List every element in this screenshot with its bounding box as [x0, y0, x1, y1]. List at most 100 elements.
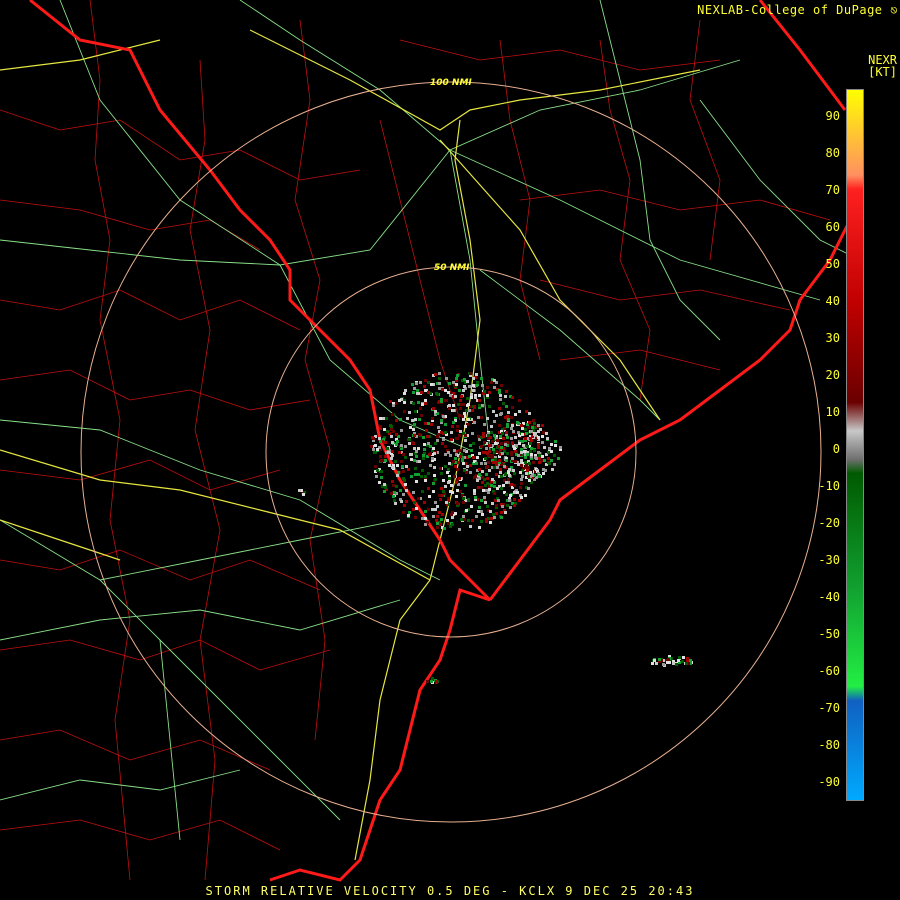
echo-pixel	[445, 501, 448, 504]
echo-pixel	[525, 464, 528, 467]
echo-pixel	[488, 488, 491, 491]
echo-pixel	[456, 374, 459, 377]
echo-pixel	[402, 511, 405, 514]
echo-pixel	[497, 499, 500, 502]
echo-pixel	[504, 416, 507, 419]
colorbar-tick: -70	[818, 701, 840, 715]
echo-pixel	[677, 659, 680, 662]
echo-pixel	[513, 498, 516, 501]
credit-label: NEXLAB-College of DuPage	[697, 3, 883, 17]
echo-pixel	[489, 444, 492, 447]
echo-pixel	[374, 465, 377, 468]
echo-pixel	[413, 434, 416, 437]
colorbar-tick: 60	[825, 220, 840, 234]
echo-pixel	[388, 464, 391, 467]
echo-pixel	[378, 481, 381, 484]
echo-pixel	[495, 512, 498, 515]
echo-pixel	[395, 485, 398, 488]
echo-pixel	[453, 449, 456, 452]
echo-pixel	[386, 430, 389, 433]
echo-pixel	[444, 453, 447, 456]
echo-pixel	[447, 522, 450, 525]
echo-pixel	[480, 499, 483, 502]
echo-pixel	[408, 438, 411, 441]
echo-pixel	[456, 437, 459, 440]
echo-pixel	[404, 445, 407, 448]
echo-pixel	[517, 431, 520, 434]
echo-pixel	[492, 448, 495, 451]
echo-pixel	[515, 444, 518, 447]
echo-pixel	[470, 393, 473, 396]
echo-pixel	[521, 433, 524, 436]
colorbar-tick: 20	[825, 368, 840, 382]
echo-pixel	[459, 407, 462, 410]
echo-pixel	[431, 677, 434, 680]
echo-pixel	[381, 459, 384, 462]
echo-pixel	[416, 389, 419, 392]
echo-pixel	[651, 662, 654, 665]
echo-pixel	[493, 386, 496, 389]
echo-pixel	[513, 472, 516, 475]
echo-pixel	[406, 417, 409, 420]
echo-pixel	[414, 467, 417, 470]
echo-pixel	[384, 459, 387, 462]
echo-pixel	[434, 501, 437, 504]
echo-pixel	[499, 435, 502, 438]
echo-pixel	[446, 519, 449, 522]
echo-pixel	[542, 472, 545, 475]
echo-pixel	[492, 513, 495, 516]
echo-pixel	[486, 465, 489, 468]
echo-pixel	[441, 513, 444, 516]
echo-pixel	[462, 497, 465, 500]
echo-pixel	[475, 373, 478, 376]
echo-pixel	[444, 423, 447, 426]
echo-pixel	[436, 439, 439, 442]
echo-pixel	[470, 505, 473, 508]
echo-pixel	[531, 474, 534, 477]
echo-pixel	[505, 481, 508, 484]
colorbar-tick: -90	[818, 775, 840, 789]
echo-pixel	[459, 399, 462, 402]
echo-pixel	[464, 484, 467, 487]
colorbar-tick: -80	[818, 738, 840, 752]
echo-pixel	[436, 505, 439, 508]
echo-pixel	[685, 662, 688, 665]
echo-pixel	[427, 381, 430, 384]
echo-pixel	[504, 395, 507, 398]
echo-pixel	[447, 468, 450, 471]
echo-pixel	[453, 475, 456, 478]
echo-pixel	[440, 472, 443, 475]
echo-pixel	[675, 663, 678, 666]
echo-pixel	[434, 410, 437, 413]
echo-pixel	[477, 486, 480, 489]
echo-pixel	[438, 377, 441, 380]
echo-pixel	[434, 373, 437, 376]
echo-pixel	[438, 372, 441, 375]
echo-pixel	[524, 461, 527, 464]
echo-pixel	[482, 489, 485, 492]
echo-pixel	[492, 410, 495, 413]
echo-pixel	[486, 477, 489, 480]
echo-pixel	[478, 506, 481, 509]
echo-pixel	[500, 475, 503, 478]
echo-pixel	[405, 489, 408, 492]
echo-pixel	[533, 449, 536, 452]
radar-map[interactable]: 50 NMI 100 NMI	[0, 0, 900, 900]
echo-pixel	[436, 435, 439, 438]
echo-pixel	[474, 396, 477, 399]
echo-pixel	[405, 465, 408, 468]
echo-pixel	[520, 459, 523, 462]
echo-pixel	[493, 485, 496, 488]
echo-pixel	[480, 520, 483, 523]
echo-pixel	[463, 449, 466, 452]
echo-pixel	[454, 457, 457, 460]
echo-pixel	[524, 494, 527, 497]
credit-text[interactable]: NEXLAB-College of DuPage ⎋	[697, 3, 898, 17]
echo-pixel	[420, 475, 423, 478]
echo-pixel	[493, 420, 496, 423]
echo-pixel	[541, 424, 544, 427]
echo-pixel	[458, 389, 461, 392]
echo-pixel	[525, 472, 528, 475]
echo-pixel	[559, 446, 562, 449]
colorbar-tick: -30	[818, 553, 840, 567]
